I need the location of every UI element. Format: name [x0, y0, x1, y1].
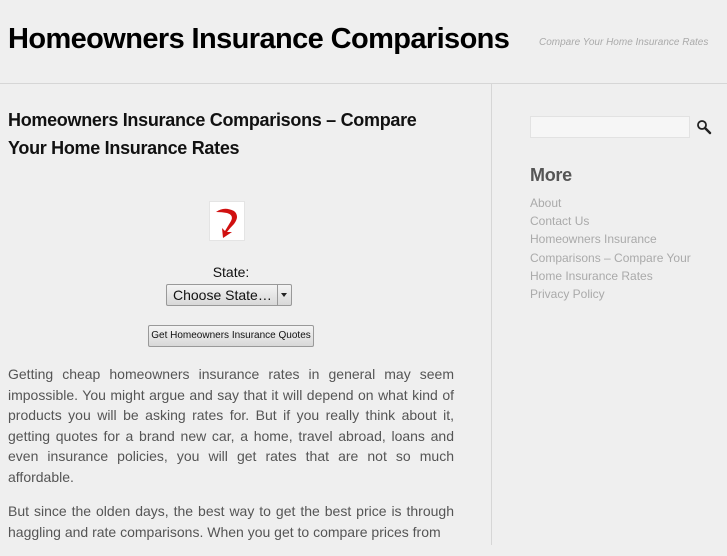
- state-select[interactable]: Choose State…: [166, 284, 292, 306]
- article-paragraph: Getting cheap homeowners insurance rates…: [8, 366, 454, 485]
- article-paragraph: But since the olden days, the best way t…: [8, 503, 454, 540]
- sidebar-link-home-post[interactable]: Homeowners Insurance Comparisons – Compa…: [530, 230, 710, 285]
- main-content: Homeowners Insurance Comparisons – Compa…: [8, 84, 454, 540]
- site-tagline: Compare Your Home Insurance Rates: [539, 37, 709, 48]
- sidebar-link-privacy-policy[interactable]: Privacy Policy: [530, 285, 710, 303]
- red-curved-arrow-icon: [209, 201, 245, 241]
- site-title[interactable]: Homeowners Insurance Comparisons: [8, 23, 510, 56]
- sidebar-link-contact-us[interactable]: Contact Us: [530, 212, 710, 230]
- search-icon[interactable]: [696, 119, 712, 135]
- column-divider: [491, 84, 492, 545]
- search-input[interactable]: [530, 116, 690, 138]
- state-select-value: Choose State…: [173, 287, 272, 303]
- get-quotes-button[interactable]: Get Homeowners Insurance Quotes: [148, 325, 314, 347]
- chevron-down-icon[interactable]: [277, 285, 291, 305]
- sidebar-link-about[interactable]: About: [530, 194, 710, 212]
- article-body: Getting cheap homeowners insurance rates…: [8, 364, 454, 556]
- widget-links: About Contact Us Homeowners Insurance Co…: [530, 194, 710, 303]
- state-label: State:: [212, 264, 250, 280]
- post-title[interactable]: Homeowners Insurance Comparisons – Compa…: [8, 106, 454, 162]
- widget-title: More: [530, 165, 572, 185]
- site-header: Homeowners Insurance Comparisons Compare…: [0, 0, 727, 84]
